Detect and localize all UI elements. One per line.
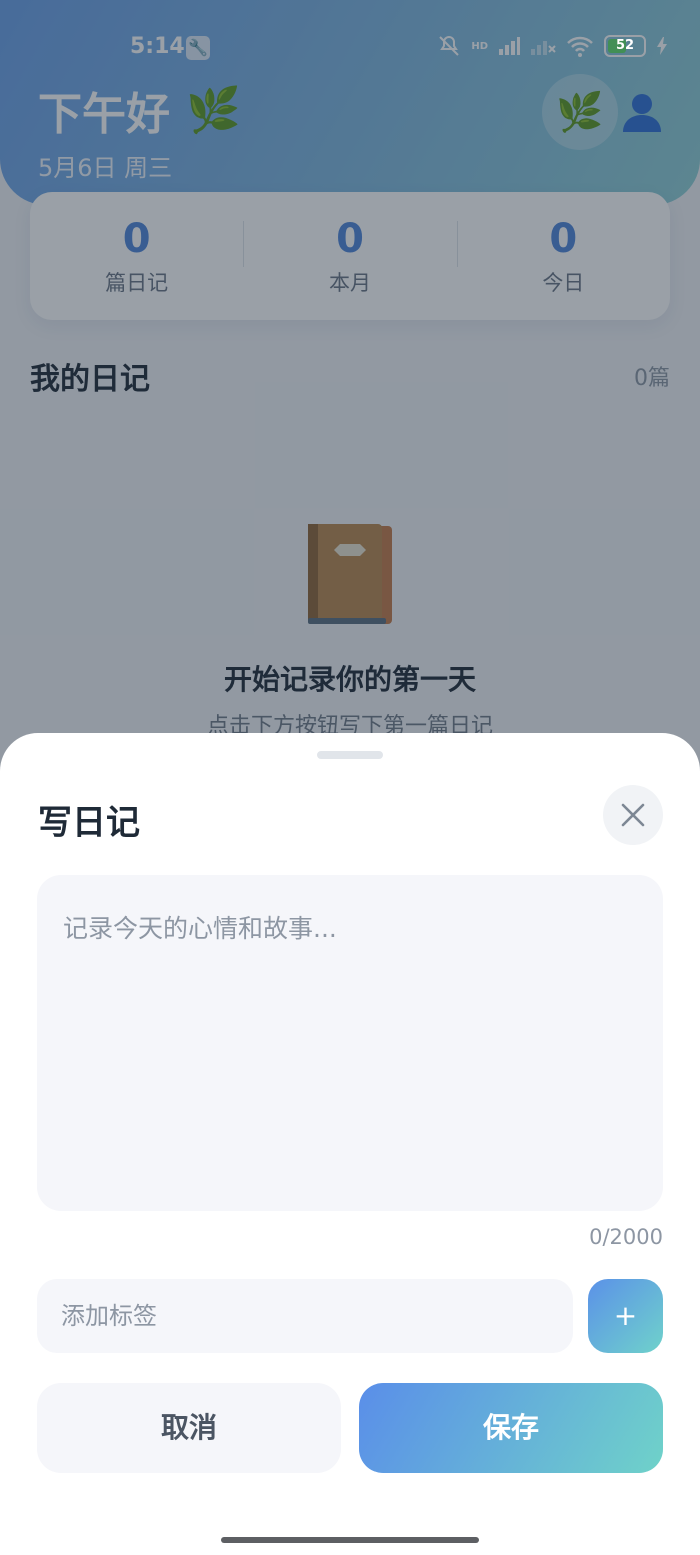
home-indicator[interactable] [221,1537,479,1543]
save-button[interactable]: 保存 [359,1383,663,1473]
cancel-button[interactable]: 取消 [37,1383,341,1473]
tag-input[interactable] [37,1279,573,1353]
write-diary-sheet: 写日记 0/2000 + 取消 保存 [0,733,700,1555]
diary-content-input[interactable] [37,875,663,1211]
sheet-drag-handle[interactable] [317,751,383,759]
sheet-title: 写日记 [38,803,140,843]
char-counter: 0/2000 [589,1225,663,1249]
battery-level: 52 [615,38,635,53]
add-tag-button[interactable]: + [588,1279,663,1353]
close-icon [621,803,645,827]
close-button[interactable] [603,785,663,845]
